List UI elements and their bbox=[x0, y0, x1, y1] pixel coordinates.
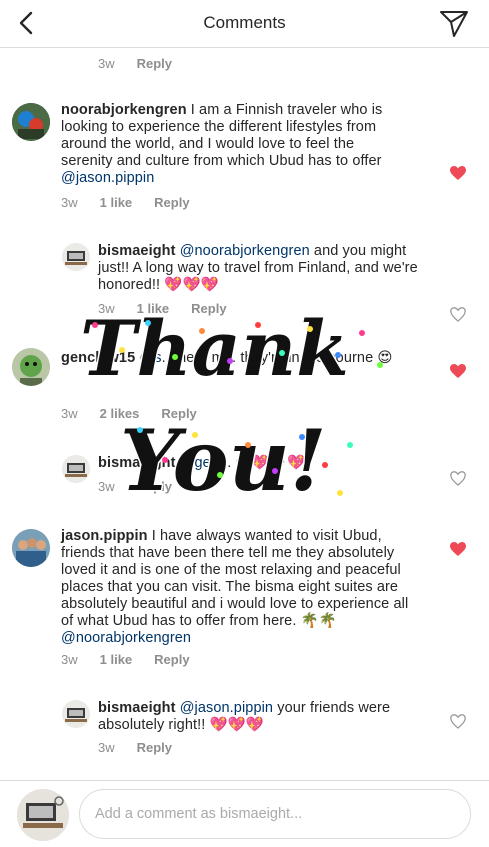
likes-count[interactable]: 1 like bbox=[100, 652, 133, 667]
mention-link[interactable]: @noorabjorkengren bbox=[180, 243, 310, 259]
comment-username[interactable]: bismaeight bbox=[98, 455, 176, 471]
avatar[interactable] bbox=[62, 455, 90, 483]
likes-count[interactable]: 1 like bbox=[100, 195, 133, 210]
reply-button[interactable]: Reply bbox=[154, 652, 189, 667]
avatar-image bbox=[12, 103, 50, 141]
avatar[interactable] bbox=[17, 789, 69, 841]
sticker-line-1: Thank bbox=[80, 304, 349, 393]
reply-button[interactable]: Reply bbox=[137, 56, 172, 71]
likes-count[interactable]: 1 like bbox=[137, 301, 170, 316]
reply-button[interactable]: Reply bbox=[161, 406, 196, 421]
emoji-palms: 🌴🌴 bbox=[300, 613, 337, 629]
comment-input[interactable] bbox=[79, 789, 471, 839]
comment-text: bismaeight @jason.pippin your friends we… bbox=[98, 700, 428, 734]
reply-button[interactable]: Reply bbox=[137, 740, 172, 755]
avatar[interactable] bbox=[62, 700, 90, 728]
mention-link[interactable]: @noorabjorkengren bbox=[61, 630, 191, 646]
comment-text: noorabjorkengren I am a Finnish traveler… bbox=[61, 102, 406, 187]
avatar[interactable] bbox=[12, 103, 50, 141]
reply-button[interactable]: Reply bbox=[191, 301, 226, 316]
avatar-image bbox=[62, 243, 90, 271]
reply-button[interactable]: Reply bbox=[137, 479, 172, 494]
page-title: Comments bbox=[203, 13, 286, 32]
avatar-image bbox=[62, 455, 90, 483]
comment-composer bbox=[0, 780, 489, 847]
comment-meta: 3w Reply bbox=[98, 56, 194, 71]
comment-meta: 3w 1 like Reply bbox=[61, 195, 212, 210]
avatar-image bbox=[17, 789, 69, 841]
emoji-hearts: 💖💖💖 bbox=[209, 717, 264, 733]
avatar[interactable] bbox=[62, 243, 90, 271]
avatar-image bbox=[12, 529, 50, 567]
comment-time: 3w bbox=[98, 56, 115, 71]
comment-meta: 3w 1 like Reply bbox=[61, 652, 212, 667]
comment-text: bismaeight @noorabjorkengren and you mig… bbox=[98, 243, 428, 294]
avatar-image bbox=[62, 700, 90, 728]
emoji-row: 😆💖🌴💖 bbox=[235, 455, 306, 471]
comment-username[interactable]: genclaw15 bbox=[61, 350, 135, 366]
comment-time: 3w bbox=[98, 301, 115, 316]
comment-username[interactable]: noorabjorkengren bbox=[61, 102, 187, 118]
mention-link[interactable]: @jason.pippin bbox=[61, 170, 154, 186]
mention-link[interactable]: @jason.pippin bbox=[180, 700, 273, 716]
comment-body: ... bbox=[219, 455, 236, 471]
paper-plane-icon[interactable] bbox=[439, 9, 469, 39]
comment-meta: 3w 2 likes Reply bbox=[61, 406, 219, 421]
emoji-heart-eyes: 😍 bbox=[377, 350, 393, 366]
heart-outline-icon[interactable] bbox=[450, 714, 466, 729]
comment-meta: 3w Reply bbox=[98, 740, 194, 755]
avatar[interactable] bbox=[12, 529, 50, 567]
avatar-image bbox=[12, 348, 50, 386]
heart-filled-icon[interactable] bbox=[450, 166, 466, 181]
avatar[interactable] bbox=[12, 348, 50, 386]
heart-filled-icon[interactable] bbox=[450, 364, 466, 379]
reply-button[interactable]: Reply bbox=[154, 195, 189, 210]
comment-username[interactable]: jason.pippin bbox=[61, 528, 148, 544]
heart-outline-icon[interactable] bbox=[450, 307, 466, 322]
comment-time: 3w bbox=[98, 479, 115, 494]
heart-filled-icon[interactable] bbox=[450, 542, 466, 557]
comment-time: 3w bbox=[98, 740, 115, 755]
mention-link[interactable]: @gen bbox=[180, 455, 219, 471]
comment-text: bismaeight @gen... 😆💖🌴💖 bbox=[98, 455, 428, 472]
heart-outline-icon[interactable] bbox=[450, 471, 466, 486]
comment-text: jason.pippin I have always wanted to vis… bbox=[61, 528, 421, 647]
comment-time: 3w bbox=[61, 406, 78, 421]
comment-body: ... hear m... they're in Melbourne bbox=[161, 350, 378, 366]
comment-meta: 3w 1 like Reply bbox=[98, 301, 249, 316]
mention-link[interactable]: @s bbox=[139, 350, 161, 366]
comment-time: 3w bbox=[61, 652, 78, 667]
comment-time: 3w bbox=[61, 195, 78, 210]
comment-username[interactable]: bismaeight bbox=[98, 700, 176, 716]
comment-meta: 3w Reply bbox=[98, 479, 194, 494]
comment-text: genclaw15 @s... hear m... they're in Mel… bbox=[61, 350, 406, 367]
header-bar: Comments bbox=[0, 0, 489, 48]
likes-count[interactable]: 2 likes bbox=[100, 406, 140, 421]
emoji-hearts: 💖💖💖 bbox=[164, 277, 219, 293]
comment-username[interactable]: bismaeight bbox=[98, 243, 176, 259]
